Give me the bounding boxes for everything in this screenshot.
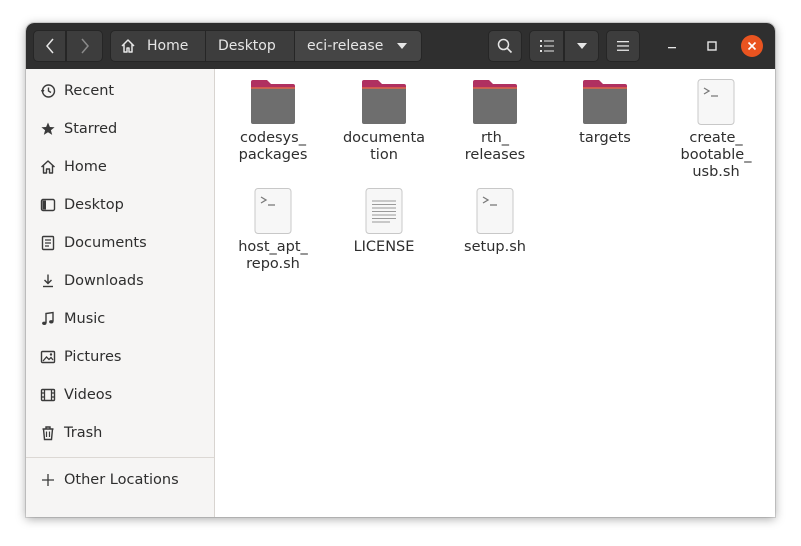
chevron-left-icon [45,38,54,54]
document-icon [39,234,57,252]
file-manager-window: Home Desktop eci-release Recent Starred … [26,23,775,517]
sidebar-item-label: Pictures [64,349,122,365]
caret-down-icon [397,43,408,49]
caret-down-icon [576,43,587,49]
sidebar-item-home[interactable]: Home [26,148,214,186]
file-name: host_apt_ repo.sh [238,239,308,272]
script-file-item[interactable]: create_ bootable_ usb.sh [666,78,766,181]
file-name: targets [579,130,631,146]
file-name: setup.sh [464,239,526,255]
sidebar-item-label: Starred [64,121,118,137]
sidebar-item-label: Trash [64,425,103,441]
list-icon [539,40,554,52]
sidebar-item-other-locations[interactable]: Other Locations [26,461,214,499]
breadcrumb-label: Desktop [218,38,276,54]
search-icon [497,38,513,54]
sidebar-item-trash[interactable]: Trash [26,414,214,452]
hamburger-icon [617,41,629,51]
sidebar: Recent Starred Home Desktop Documents Do… [26,69,215,517]
folder-icon [360,78,408,126]
header-bar: Home Desktop eci-release [26,23,775,69]
plus-icon [39,471,57,489]
back-button[interactable] [33,30,66,62]
maximize-icon [707,41,717,51]
sidebar-item-label: Other Locations [64,472,179,488]
breadcrumb-label: Home [147,38,189,54]
video-icon [39,386,57,404]
file-name: documenta tion [342,130,426,163]
folder-item[interactable]: codesys_ packages [223,78,323,164]
sidebar-item-desktop[interactable]: Desktop [26,186,214,224]
sidebar-item-label: Desktop [64,197,124,213]
script-file-item[interactable]: host_apt_ repo.sh [223,187,323,273]
sidebar-item-videos[interactable]: Videos [26,376,214,414]
maximize-button[interactable] [701,35,723,57]
script-file-item[interactable]: setup.sh [445,187,545,256]
file-name: codesys_ packages [238,130,308,163]
sidebar-item-label: Downloads [64,273,144,289]
chevron-right-icon [80,38,89,54]
folder-item[interactable]: documenta tion [334,78,434,164]
folder-item[interactable]: rth_ releases [445,78,545,164]
script-file-icon [249,187,297,235]
list-view-button[interactable] [529,30,564,62]
script-file-icon [692,78,740,126]
minimize-icon [668,47,676,49]
sidebar-item-label: Home [64,159,107,175]
sidebar-item-starred[interactable]: Starred [26,110,214,148]
folder-icon [581,78,629,126]
breadcrumb-home[interactable]: Home [110,30,206,62]
sidebar-item-label: Videos [64,387,113,403]
clock-icon [39,82,57,100]
text-file-item[interactable]: LICENSE [334,187,434,256]
file-name: rth_ releases [464,130,526,163]
file-name: create_ bootable_ usb.sh [680,130,752,180]
menu-button[interactable] [606,30,640,62]
script-file-icon [471,187,519,235]
breadcrumb: Home Desktop eci-release [110,30,422,62]
sidebar-item-downloads[interactable]: Downloads [26,262,214,300]
minimize-button[interactable] [661,35,683,57]
sidebar-item-label: Documents [64,235,147,251]
home-icon [39,158,57,176]
close-button[interactable] [741,35,763,57]
folder-icon [249,78,297,126]
picture-icon [39,348,57,366]
sidebar-item-pictures[interactable]: Pictures [26,338,214,376]
file-name: LICENSE [353,239,415,255]
close-icon [747,41,757,51]
text-file-icon [360,187,408,235]
trash-icon [39,424,57,442]
download-icon [39,272,57,290]
breadcrumb-desktop[interactable]: Desktop [206,30,295,62]
view-options-button[interactable] [564,30,599,62]
folder-item[interactable]: targets [555,78,655,147]
music-icon [39,310,57,328]
sidebar-item-music[interactable]: Music [26,300,214,338]
sidebar-item-label: Music [64,311,106,327]
breadcrumb-current[interactable]: eci-release [295,30,422,62]
sidebar-item-recent[interactable]: Recent [26,72,214,110]
forward-button[interactable] [66,30,103,62]
desktop-icon [39,196,57,214]
breadcrumb-label: eci-release [307,38,384,54]
star-icon [39,120,57,138]
home-icon [120,38,136,54]
sidebar-item-documents[interactable]: Documents [26,224,214,262]
file-grid: codesys_ packages documenta tion rth_ re… [216,69,775,517]
search-button[interactable] [488,30,522,62]
sidebar-separator [26,457,214,458]
sidebar-item-label: Recent [64,83,115,99]
folder-icon [471,78,519,126]
